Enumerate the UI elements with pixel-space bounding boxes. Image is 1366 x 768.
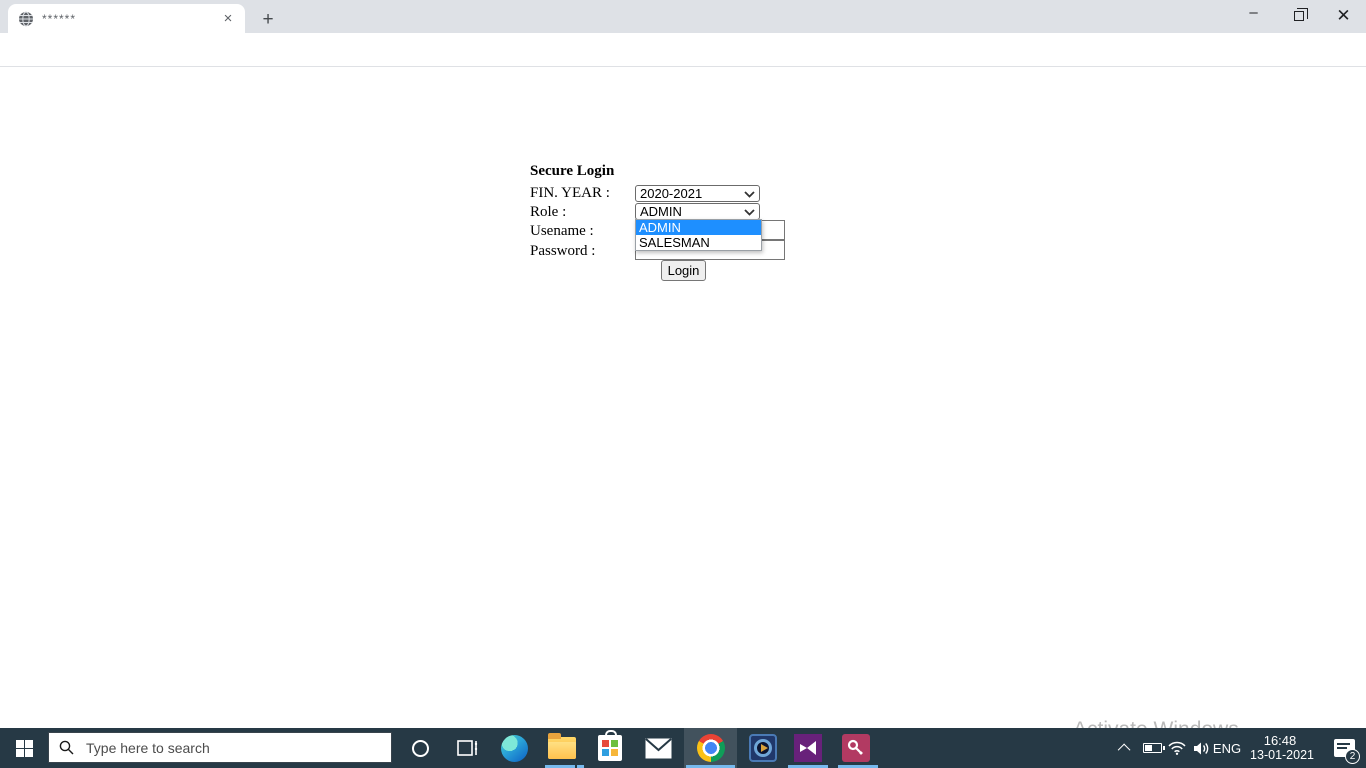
role-select[interactable]: ADMIN [635,203,760,220]
mail-icon [645,738,672,759]
restore-icon [1294,11,1304,21]
tray-overflow-button[interactable] [1112,728,1138,768]
taskbar-app-access[interactable] [832,728,880,768]
browser-tab[interactable]: ****** × [8,4,245,33]
access-icon [842,734,870,762]
page-content: Secure Login FIN. YEAR : 2020-2021 Role … [0,68,1366,728]
chevron-down-icon [744,190,755,198]
taskbar-app-mail[interactable] [634,728,682,768]
search-placeholder: Type here to search [86,740,210,756]
taskbar-app-chrome[interactable] [684,728,737,768]
time-label: 16:48 [1264,733,1297,748]
window-restore-button[interactable] [1276,0,1321,32]
fin-year-label: FIN. YEAR : [530,185,610,202]
visual-studio-icon [794,734,822,762]
wifi-indicator[interactable] [1164,728,1190,768]
taskbar-app-file-explorer[interactable] [538,728,586,768]
notification-badge: 2 [1345,749,1360,764]
tab-title: ****** [42,12,219,26]
page-title: Secure Login [530,163,614,180]
cortana-button[interactable] [396,728,444,768]
dropdown-option-admin[interactable]: ADMIN [636,220,761,235]
taskbar-app-media-player[interactable] [739,728,787,768]
tab-close-icon[interactable]: × [219,10,237,28]
fin-year-select[interactable]: 2020-2021 [635,185,760,202]
chevron-down-icon [744,208,755,216]
speaker-icon [1193,741,1210,756]
edge-icon [501,735,528,762]
new-tab-button[interactable]: + [256,8,280,32]
start-button[interactable] [0,728,48,768]
windows-logo-icon [16,740,33,757]
language-label: ENG [1213,741,1241,756]
role-dropdown-list: ADMIN SALESMAN [635,219,762,251]
date-label: 13-01-2021 [1250,748,1314,763]
username-label: Usename : [530,223,594,240]
task-view-button[interactable] [444,728,492,768]
chevron-up-icon [1117,743,1130,756]
window-close-button[interactable]: ✕ [1321,0,1366,32]
wifi-icon [1168,741,1186,755]
language-indicator[interactable]: ENG [1210,728,1244,768]
password-label: Password : [530,243,595,260]
globe-icon [18,11,34,27]
battery-icon [1143,743,1162,753]
action-center-button[interactable]: 2 [1322,728,1366,768]
window-minimize-button[interactable]: – [1231,0,1276,32]
taskbar-app-store[interactable] [586,728,634,768]
microsoft-store-icon [598,735,622,761]
media-player-icon [749,734,777,762]
role-value: ADMIN [640,204,744,219]
dropdown-option-salesman[interactable]: SALESMAN [636,235,761,250]
browser-toolbar: ← → localhost:55595/JEW_MASTER/login.asp… [0,33,1366,67]
chrome-icon [697,734,725,762]
battery-indicator[interactable] [1138,728,1166,768]
taskbar-app-visual-studio[interactable] [784,728,832,768]
file-explorer-icon [548,737,576,759]
browser-titlebar: ****** × + – ✕ [0,0,1366,33]
fin-year-value: 2020-2021 [640,186,744,201]
taskbar-search-box[interactable]: Type here to search [48,732,392,763]
search-icon [59,740,74,755]
cortana-icon [412,740,429,757]
taskbar-app-edge[interactable] [490,728,538,768]
taskbar-clock[interactable]: 16:48 13-01-2021 [1246,728,1314,768]
role-label: Role : [530,204,566,221]
login-button[interactable]: Login [661,260,706,281]
task-view-icon [457,738,479,758]
